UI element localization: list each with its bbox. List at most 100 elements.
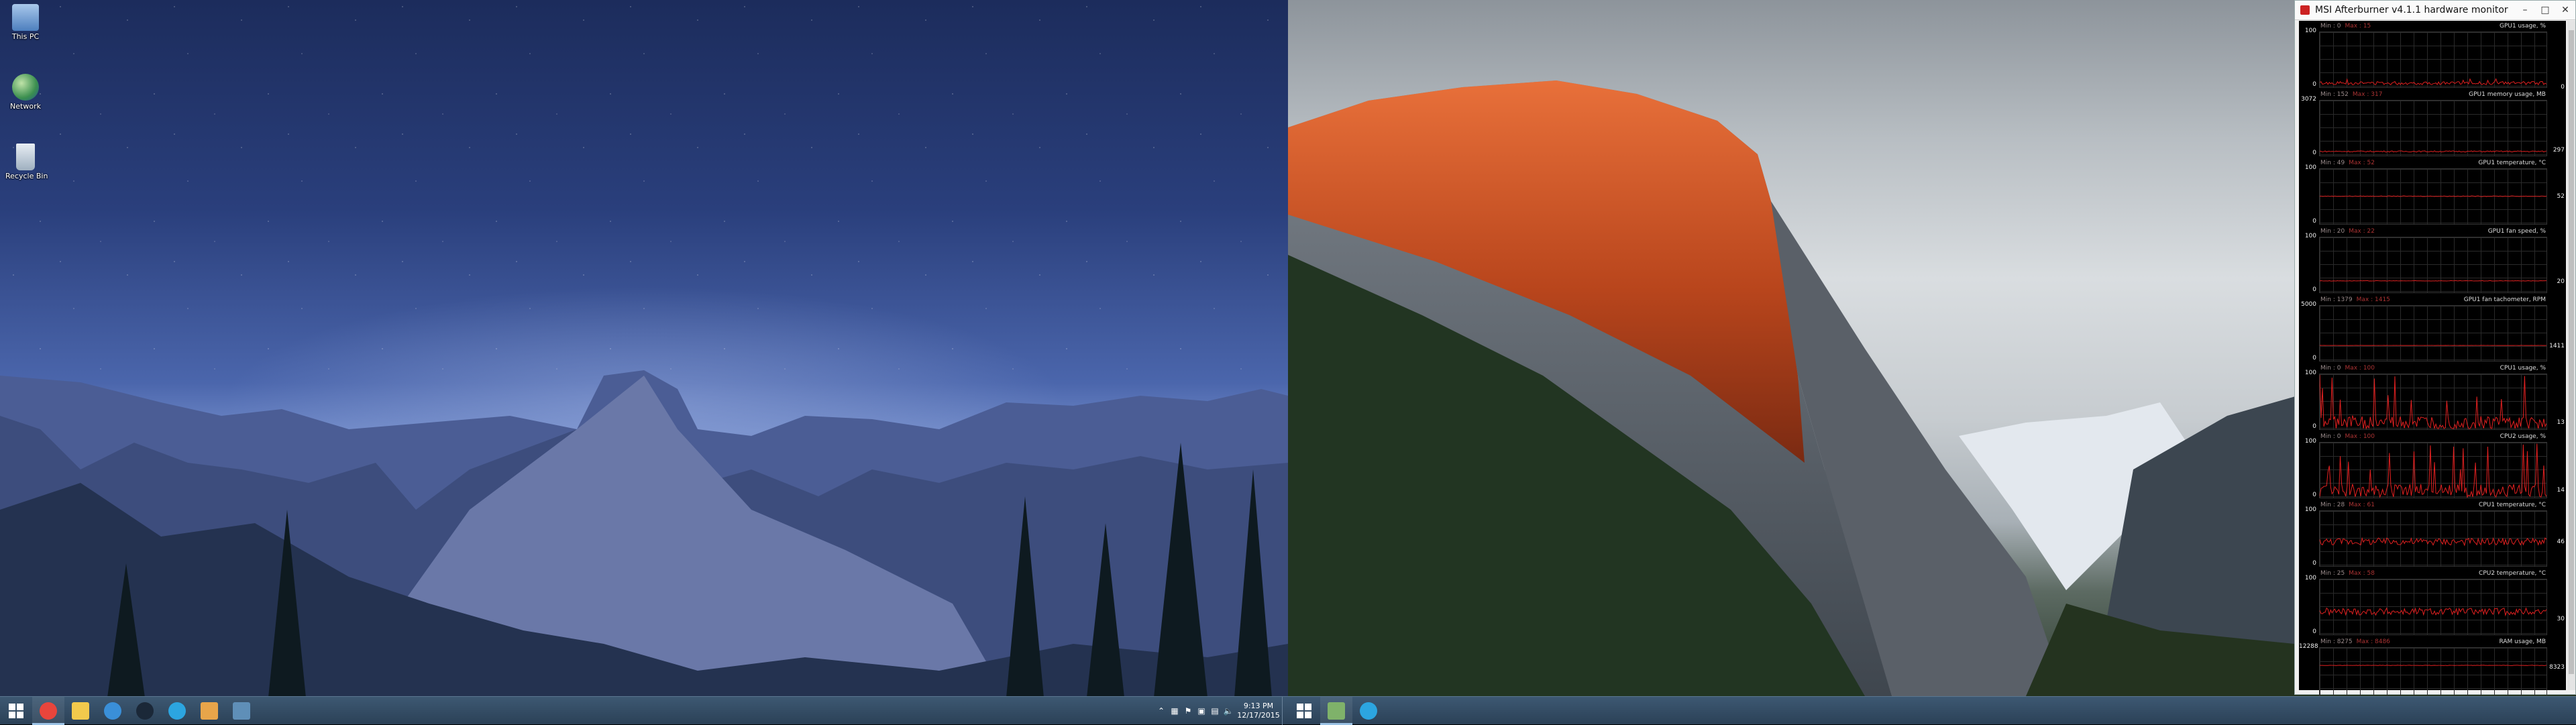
taskbar-clock[interactable]: 9:13 PM 12/17/2015 (1235, 702, 1282, 720)
graph-title: GPU1 usage, % (2500, 23, 2546, 30)
windows-logo-icon (9, 704, 23, 718)
graph-trace (2320, 579, 2546, 634)
telegram-icon (1360, 702, 1377, 720)
graph-plot-area (2319, 579, 2547, 635)
graph-plot-area (2319, 374, 2547, 430)
graph-current-value: 46 (2557, 539, 2565, 545)
afterburner-monitor-window[interactable]: MSI Afterburner v4.1.1 hardware monitor … (2294, 0, 2576, 695)
graph-min-label: Min : 0 (2320, 365, 2341, 372)
chevron-up-icon[interactable]: ⌃ (1155, 697, 1168, 725)
monitor-graph[interactable]: Min : 8275Max : 8486RAM usage, MB1228808… (2299, 636, 2566, 705)
taskbar-app-afterburner[interactable] (1320, 697, 1352, 725)
monitor-graph[interactable]: Min : 152Max : 317GPU1 memory usage, MB3… (2299, 89, 2566, 158)
volume-icon[interactable]: 🔈 (1222, 697, 1235, 725)
graph-plot-area (2319, 237, 2547, 293)
graph-max-label: Max : 58 (2349, 570, 2375, 577)
desktop-icon-label: This PC (5, 32, 46, 41)
graph-trace-line (2320, 375, 2546, 429)
graph-trace (2320, 237, 2546, 292)
graph-plot-area (2319, 168, 2547, 225)
monitor-icon[interactable]: ▣ (1195, 697, 1208, 725)
graph-trace-line (2320, 538, 2546, 545)
graph-max-label: Max : 100 (2345, 365, 2375, 372)
graph-panel[interactable]: Min : 0Max : 15 GPU1 usage, % 100 0 0 Min : 1… (2299, 21, 2566, 690)
graph-y-max: 100 (2299, 27, 2316, 34)
maximize-icon[interactable]: □ (2535, 1, 2555, 19)
system-tray: ⌃ ▦ ⚑ ▣ ▤ 🔈 9:13 PM 12/17/2015 (1155, 697, 1288, 725)
computer-icon (12, 4, 39, 31)
graph-minmax: Min : 25Max : 58 (2320, 570, 2375, 577)
graph-trace (2320, 511, 2546, 566)
flag-icon[interactable]: ⚑ (1181, 697, 1195, 725)
graph-minmax: Min : 0Max : 15 (2320, 23, 2371, 30)
taskbar-app-steam[interactable] (129, 697, 161, 725)
monitor-graph[interactable]: Min : 0Max : 100CPU2 usage, %100014 (2299, 431, 2566, 500)
graph-title: RAM usage, MB (2500, 638, 2546, 645)
graph-title: GPU1 fan speed, % (2488, 228, 2546, 235)
start-button-secondary[interactable] (1288, 697, 1320, 725)
graph-min-label: Min : 0 (2320, 23, 2341, 30)
monitor-graph[interactable]: Min : 20Max : 22GPU1 fan speed, %100020 (2299, 226, 2566, 294)
graph-trace-line (2320, 608, 2546, 616)
graph-minmax: Min : 0 Max : 100 (2320, 365, 2375, 372)
graph-y-min: 0 (2299, 81, 2316, 88)
taskbar-primary: ⌃ ▦ ⚑ ▣ ▤ 🔈 9:13 PM 12/17/2015 (0, 696, 1288, 724)
network-globe-icon (12, 74, 39, 101)
graph-trace-line (2320, 443, 2546, 497)
monitor-graph[interactable]: Min : 0Max : 100CPU1 usage, %100013 (2299, 363, 2566, 431)
graph-trace (2320, 648, 2546, 703)
graph-title: CPU1 usage, % (2500, 365, 2546, 372)
graph-trace (2320, 306, 2546, 361)
vertical-scrollbar[interactable] (2567, 21, 2575, 690)
taskbar-app-file-explorer[interactable] (64, 697, 97, 725)
desktop-icon-recycle-bin[interactable]: Recycle Bin (5, 144, 46, 180)
graph-max-label: Max : 52 (2349, 160, 2375, 166)
graph-max-label: Max : 317 (2353, 91, 2383, 98)
monitor-graph[interactable]: Min : 28Max : 61CPU1 temperature, °C1000… (2299, 500, 2566, 568)
graph-plot-area (2319, 100, 2547, 156)
scrollbar-thumb[interactable] (2569, 30, 2574, 674)
taskbar-app-media-player[interactable] (193, 697, 225, 725)
graph-max-label: Max : 22 (2349, 228, 2375, 235)
start-button[interactable] (0, 697, 32, 725)
monitor-graph[interactable]: Min : 49Max : 52GPU1 temperature, °C1000… (2299, 158, 2566, 226)
graph-trace-line (2320, 280, 2546, 281)
minimize-icon[interactable]: – (2515, 1, 2535, 19)
taskbar-app-origin[interactable] (97, 697, 129, 725)
monitor-graph[interactable]: Min : 25Max : 58CPU2 temperature, °C1000… (2299, 568, 2566, 636)
monitor-graph[interactable]: Min : 1379Max : 1415GPU1 fan tachometer,… (2299, 294, 2566, 363)
taskbar-app-app-window[interactable] (225, 697, 258, 725)
taskbar-app-telegram[interactable] (161, 697, 193, 725)
graph-trace (2320, 443, 2546, 498)
graph-y-min: 0 (2299, 150, 2316, 156)
desktop-icon-this-pc[interactable]: This PC (5, 4, 46, 41)
graph-title: GPU1 temperature, °C (2478, 160, 2546, 166)
show-desktop-button[interactable] (1282, 697, 1288, 725)
graph-title: CPU2 temperature, °C (2479, 570, 2546, 577)
taskbar-app-telegram[interactable] (1352, 697, 1385, 725)
graph-current-value: 1411 (2549, 343, 2565, 349)
windows-flag-icon[interactable]: ▦ (1168, 697, 1181, 725)
telegram-icon (168, 702, 186, 720)
graph-min-label: Min : 152 (2320, 91, 2349, 98)
graph-plot-area (2319, 305, 2547, 361)
taskbar-secondary (1288, 696, 2576, 724)
taskbar-app-chrome[interactable] (32, 697, 64, 725)
monitor-graph[interactable]: Min : 0Max : 15GPU1 usage, %10000 (2299, 21, 2566, 89)
graph-min-label: Min : 20 (2320, 228, 2345, 235)
network-icon[interactable]: ▤ (1208, 697, 1222, 725)
desktop-icon-network[interactable]: Network (5, 74, 46, 111)
desktop-icon-label: Recycle Bin (5, 172, 46, 180)
graph-trace (2320, 32, 2546, 87)
pine-tree (1234, 469, 1272, 696)
graph-y-max: 100 (2299, 164, 2316, 171)
graph-y-max: 5000 (2299, 301, 2316, 308)
pine-tree (1154, 443, 1208, 696)
window-titlebar[interactable]: MSI Afterburner v4.1.1 hardware monitor … (2295, 1, 2575, 20)
graph-minmax: Min : 0Max : 100 (2320, 433, 2375, 440)
graph-current-value: 13 (2557, 419, 2565, 426)
graph-current-value: 30 (2557, 616, 2565, 622)
graph-current-value: 52 (2557, 193, 2565, 200)
graph-min-label: Min : 0 (2320, 433, 2341, 440)
close-icon[interactable]: ✕ (2555, 1, 2575, 19)
